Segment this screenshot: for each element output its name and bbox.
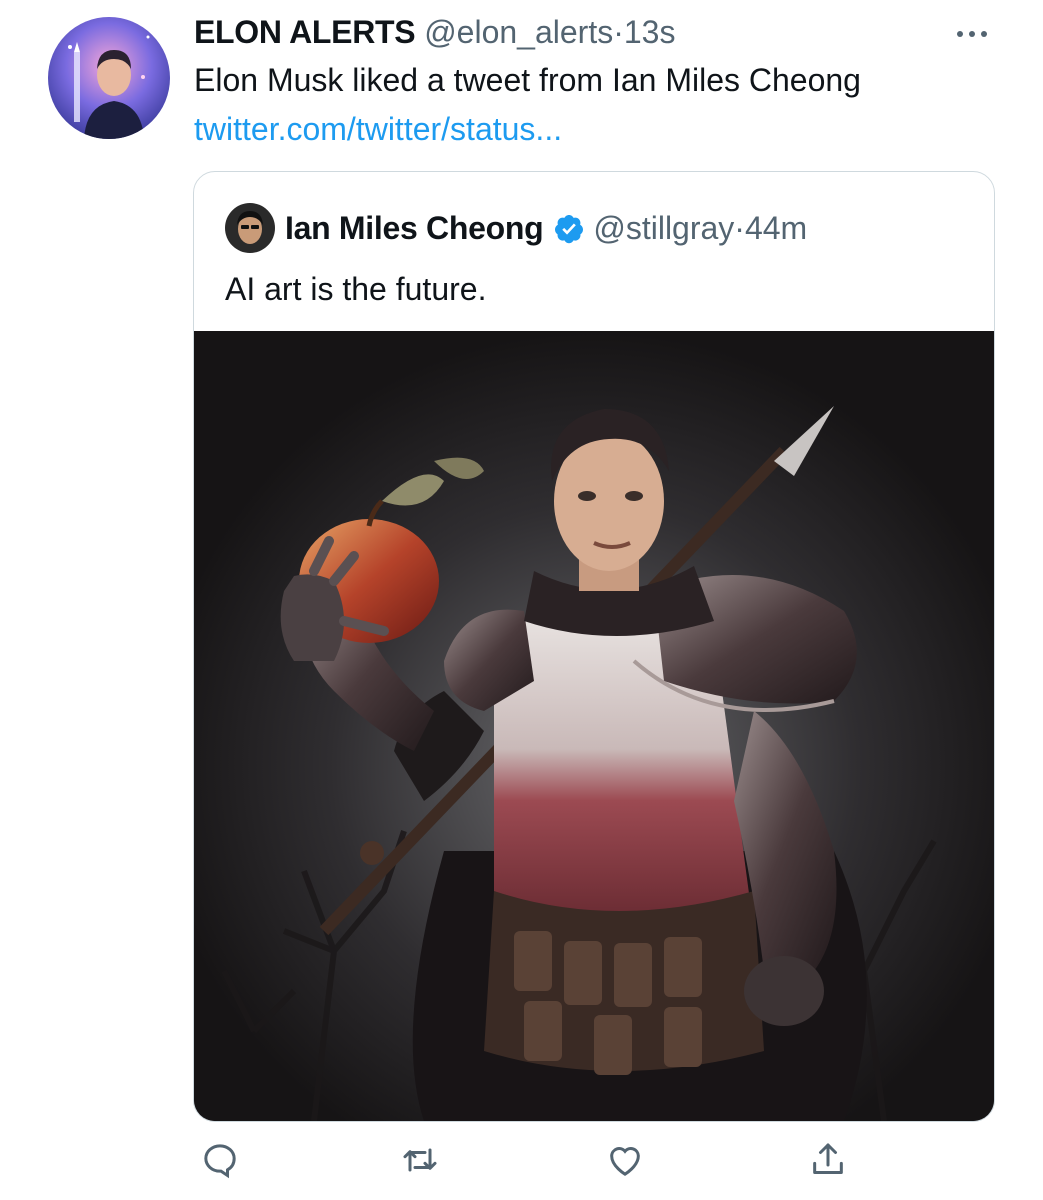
author-handle[interactable]: @elon_alerts (424, 14, 613, 50)
quote-author-handle[interactable]: @stillgray (593, 206, 734, 250)
tweet-header: ELON ALERTS @elon_alerts·13s (194, 10, 675, 54)
quote-header: Ian Miles Cheong @stillgray · 44m (285, 206, 807, 250)
like-icon[interactable] (605, 1140, 649, 1184)
meta-separator: · (613, 14, 624, 50)
quote-author-avatar[interactable] (225, 203, 275, 253)
quote-author-name[interactable]: Ian Miles Cheong (285, 206, 544, 250)
quote-meta-separator: · (734, 210, 745, 246)
tweet-timestamp[interactable]: 13s (624, 14, 676, 50)
author-avatar[interactable] (48, 17, 170, 139)
quote-timestamp[interactable]: 44m (745, 206, 807, 250)
tweet-text: Elon Musk liked a tweet from Ian Miles C… (194, 62, 861, 98)
quote-text: AI art is the future. (225, 271, 487, 307)
reply-icon[interactable] (200, 1140, 244, 1184)
action-bar (0, 1140, 1043, 1190)
tweet-link[interactable]: twitter.com/twitter/status... (194, 107, 562, 151)
author-name[interactable]: ELON ALERTS (194, 14, 416, 50)
verified-badge-icon (553, 212, 585, 244)
tweet[interactable]: ELON ALERTS @elon_alerts·13s Elon Musk l… (0, 0, 1043, 1200)
share-icon[interactable] (808, 1140, 852, 1184)
quoted-tweet[interactable]: Ian Miles Cheong @stillgray · 44m AI art i… (193, 171, 995, 1122)
quote-media-image[interactable] (194, 331, 994, 1121)
more-dots-icon[interactable] (950, 22, 994, 46)
retweet-icon[interactable] (400, 1140, 444, 1184)
